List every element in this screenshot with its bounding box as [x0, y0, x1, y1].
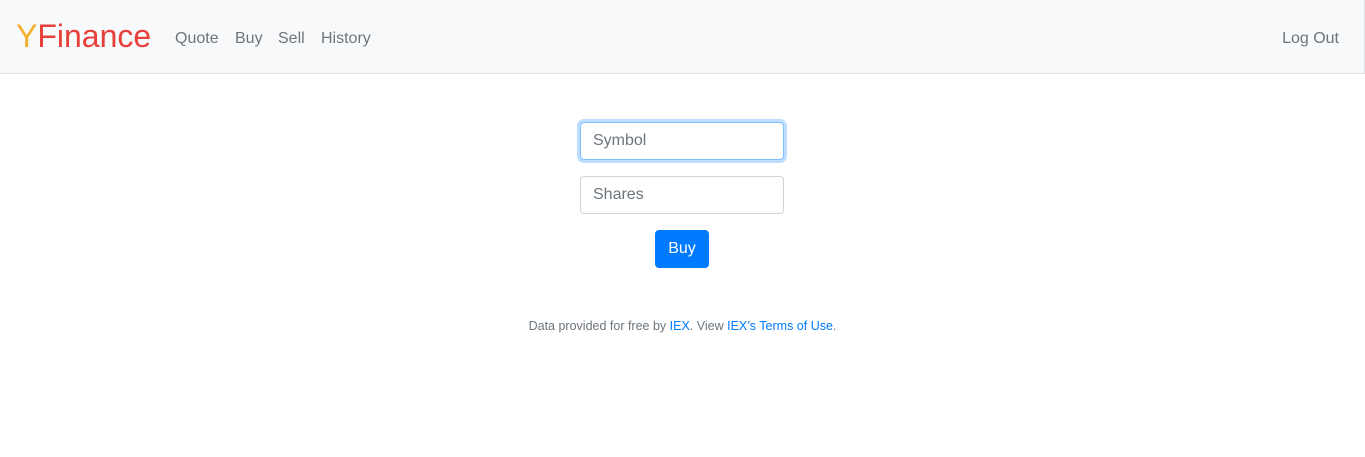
nav-link-buy[interactable]: Buy — [235, 28, 263, 50]
footer-suffix-text: . — [832, 319, 837, 333]
brand-letter-y: Y — [16, 18, 38, 54]
footer-attribution: Data provided for free by IEX. View IEX’… — [0, 317, 1365, 335]
nav-link-quote[interactable]: Quote — [175, 28, 219, 50]
brand-name-finance: Finance — [37, 18, 152, 54]
symbol-input[interactable] — [580, 122, 784, 160]
footer-prefix-text: Data provided for free by — [528, 319, 670, 333]
buy-submit-button[interactable]: Buy — [655, 230, 709, 268]
footer-middle-text: . View — [689, 319, 728, 333]
nav-link-logout[interactable]: Log Out — [1282, 28, 1339, 50]
nav-link-sell[interactable]: Sell — [278, 28, 305, 50]
top-navbar: YFinance Quote Buy Sell History Log Out — [0, 0, 1365, 74]
brand-logo-link[interactable]: YFinance — [16, 17, 151, 55]
shares-input[interactable] — [580, 176, 784, 214]
iex-link[interactable]: IEX — [670, 319, 690, 333]
nav-link-history[interactable]: History — [321, 28, 371, 50]
iex-terms-link[interactable]: IEX’s Terms of Use — [727, 319, 833, 333]
